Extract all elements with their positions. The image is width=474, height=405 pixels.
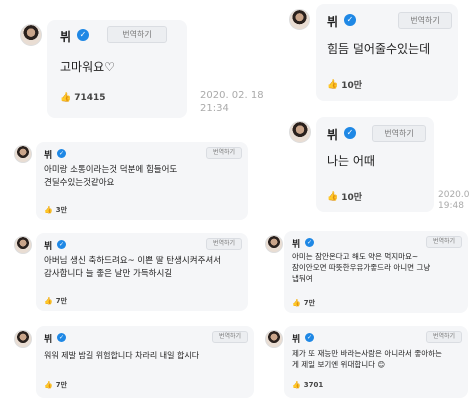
verified-badge-icon: ✓: [77, 29, 89, 41]
translate-button[interactable]: 번역하기: [372, 125, 426, 142]
verified-badge-icon: ✓: [344, 127, 356, 139]
post-text: 아버님 생신 축하드려요~ 이쁜 딸 탄생시켜주셔서 감사합니다 늘 좋은 날만…: [44, 256, 222, 279]
like-number: 7만: [55, 297, 68, 305]
translate-button[interactable]: 번역하기: [206, 238, 242, 250]
post-card: 뷔 ✓ 번역하기 워워 제발 밤길 위험합니다 차라리 내일 합시다 👍 7만: [36, 326, 254, 398]
translate-button[interactable]: 번역하기: [212, 331, 248, 343]
like-count[interactable]: 👍 7만: [292, 298, 315, 308]
post-text: 나는 어때: [327, 154, 375, 168]
like-number: 3만: [55, 206, 68, 214]
thumbs-up-icon: 👍: [327, 191, 339, 202]
post-text: 워워 제발 밤길 위험합니다 차라리 내일 합시다: [44, 351, 200, 360]
avatar[interactable]: [265, 330, 283, 348]
translate-button[interactable]: 번역하기: [206, 147, 242, 159]
post-card: 뷔 ✓ 번역하기 제가 또 재능만 바라는사람은 아니라서 좋아하는 게 제일 …: [284, 326, 468, 398]
thumbs-up-icon: 👍: [292, 381, 301, 389]
like-count[interactable]: 👍 10만: [327, 190, 363, 204]
author-name[interactable]: 뷔: [292, 237, 300, 250]
author-name[interactable]: 뷔: [44, 239, 52, 252]
post-text: 아미랑 소통이라는것 덕분에 힘들어도 견딜수있는것같아요: [44, 165, 178, 188]
avatar[interactable]: [20, 24, 42, 46]
thumbs-up-icon: 👍: [44, 297, 53, 305]
author-name[interactable]: 뷔: [327, 126, 338, 143]
like-number: 7만: [55, 381, 68, 389]
thumbs-up-icon: 👍: [327, 79, 339, 90]
timestamp: 2020. 02. 18 21:34: [200, 90, 264, 114]
verified-badge-icon: ✓: [57, 149, 66, 158]
post-card: 뷔 ✓ 번역하기 아미는 잠안온다고 해도 약은 먹지마요~ 잠이안오면 따뜻한…: [284, 231, 468, 313]
like-number: 71415: [74, 93, 106, 103]
avatar[interactable]: [14, 236, 32, 254]
avatar[interactable]: [289, 9, 310, 30]
verified-badge-icon: ✓: [57, 333, 66, 342]
like-number: 10만: [341, 81, 363, 91]
thumbs-up-icon: 👍: [292, 299, 301, 307]
like-count[interactable]: 👍 10만: [327, 78, 363, 92]
author-name[interactable]: 뷔: [44, 332, 52, 345]
avatar[interactable]: [14, 330, 32, 348]
like-number: 7만: [303, 299, 316, 307]
post-card: 뷔 ✓ 번역하기 아버님 생신 축하드려요~ 이쁜 딸 탄생시켜주셔서 감사합니…: [36, 233, 248, 311]
author-name[interactable]: 뷔: [44, 148, 52, 161]
like-number: 10만: [341, 193, 363, 203]
like-count[interactable]: 👍 71415: [60, 93, 106, 103]
verified-badge-icon: ✓: [344, 14, 356, 26]
author-name[interactable]: 뷔: [292, 332, 300, 345]
thumbs-up-icon: 👍: [44, 381, 53, 389]
avatar[interactable]: [289, 121, 311, 143]
post-text: 제가 또 재능만 바라는사람은 아니라서 좋아하는 게 제일 보기엔 위대합니다…: [292, 349, 442, 369]
verified-badge-icon: ✓: [305, 238, 314, 247]
translate-button[interactable]: 번역하기: [107, 26, 167, 43]
timestamp: 2020.0 19:48: [438, 190, 470, 212]
thumbs-up-icon: 👍: [60, 93, 72, 103]
post-text: 힘듬 덜어줄수있는데: [327, 42, 431, 56]
post-text: 아미는 잠안온다고 해도 약은 먹지마요~ 잠이안오면 따뜻한우유가좋드라 아니…: [292, 252, 431, 283]
like-count[interactable]: 👍 3만: [44, 205, 67, 215]
author-name[interactable]: 뷔: [60, 28, 71, 45]
like-count[interactable]: 👍 7만: [44, 296, 67, 306]
like-count[interactable]: 👍 3701: [292, 381, 323, 389]
post-text: 고마워요♡: [60, 60, 115, 74]
post-card: 뷔 ✓ 번역하기 나는 어때 👍 10만: [316, 117, 434, 212]
post-card: 뷔 ✓ 번역하기 힘듬 덜어줄수있는데 👍 10만: [316, 4, 458, 101]
verified-badge-icon: ✓: [305, 333, 314, 342]
like-number: 3701: [303, 381, 324, 389]
post-card: 뷔 ✓ 번역하기 아미랑 소통이라는것 덕분에 힘들어도 견딜수있는것같아요 👍…: [36, 142, 248, 220]
avatar[interactable]: [14, 145, 32, 163]
translate-button[interactable]: 번역하기: [398, 12, 452, 29]
translate-button[interactable]: 번역하기: [426, 331, 462, 343]
avatar[interactable]: [265, 235, 283, 253]
translate-button[interactable]: 번역하기: [426, 236, 462, 248]
thumbs-up-icon: 👍: [44, 206, 53, 214]
author-name[interactable]: 뷔: [327, 13, 338, 30]
verified-badge-icon: ✓: [57, 240, 66, 249]
post-card: 뷔 ✓ 번역하기 고마워요♡ 👍 71415: [47, 20, 187, 118]
like-count[interactable]: 👍 7만: [44, 380, 67, 390]
